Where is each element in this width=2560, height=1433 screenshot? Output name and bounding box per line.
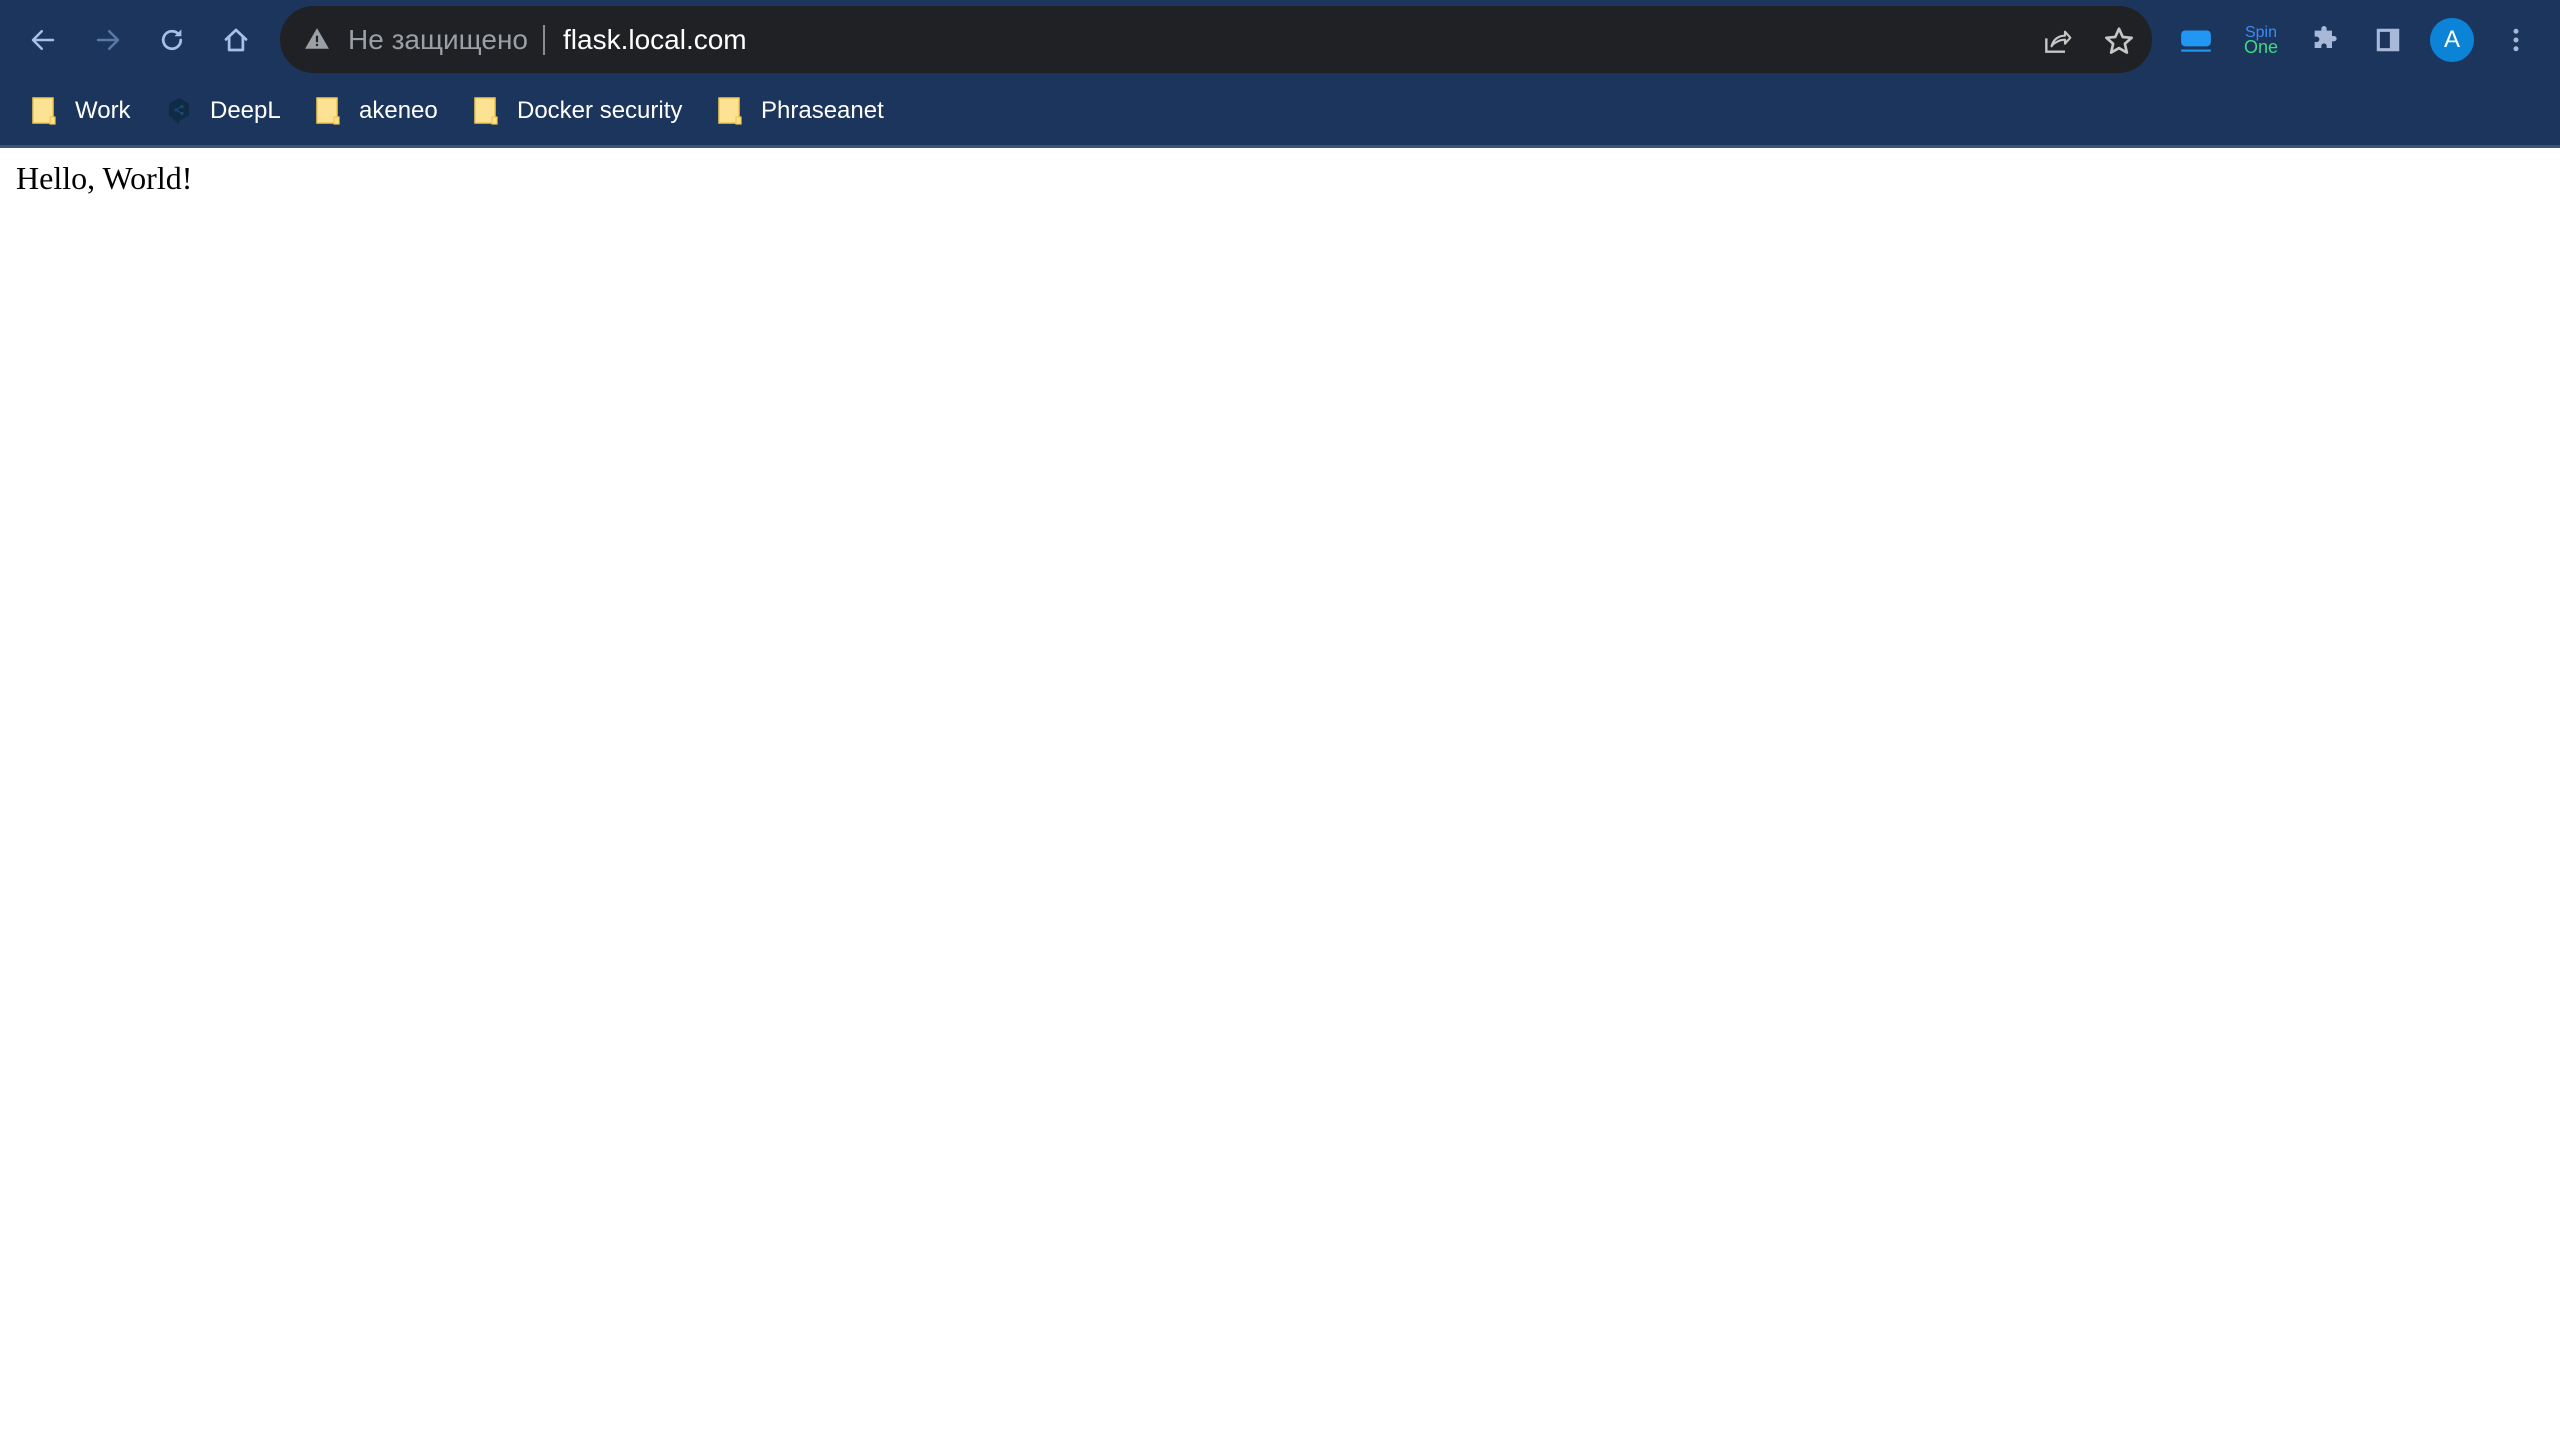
folder-icon	[718, 97, 742, 125]
spin-one-text-one: One	[2243, 37, 2279, 57]
bookmark-label: DeepL	[210, 97, 281, 124]
home-icon	[224, 28, 248, 52]
reload-button[interactable]	[152, 20, 192, 60]
vertical-dots-icon	[2513, 28, 2519, 52]
folder-icon	[316, 97, 340, 125]
home-button[interactable]	[216, 20, 256, 60]
bookmark-label: Phraseanet	[761, 97, 884, 124]
bookmark-work[interactable]: Work	[32, 80, 131, 142]
bookmark-label: Work	[75, 97, 131, 124]
profile-avatar[interactable]: A	[2430, 18, 2474, 62]
side-panel-icon	[2376, 28, 2400, 52]
back-arrow-icon	[31, 30, 55, 50]
spin-one-extension-button[interactable]: Spin One	[2241, 20, 2281, 60]
bookmark-docker-security[interactable]: Docker security	[474, 80, 682, 142]
address-bar[interactable]: Не защищено flask.local.com	[280, 6, 2152, 73]
extensions-button[interactable]	[2304, 20, 2344, 60]
url-text[interactable]: flask.local.com	[563, 6, 747, 73]
bookmarks-bar: Work DeepL akeneo Docker security Phrase…	[0, 80, 2560, 142]
bookmark-label: Docker security	[517, 97, 683, 124]
spin-one-icon: Spin One	[2243, 25, 2279, 57]
star-icon	[2105, 27, 2133, 54]
back-button[interactable]	[23, 20, 63, 60]
deepl-icon	[169, 98, 189, 124]
side-panel-button[interactable]	[2368, 20, 2408, 60]
folder-icon	[32, 97, 56, 125]
bookmark-star-button[interactable]	[2102, 24, 2136, 58]
screen-cast-extension-button[interactable]	[2176, 20, 2216, 60]
browser-menu-button[interactable]	[2496, 20, 2536, 60]
toolbar-divider	[0, 145, 2560, 148]
bookmark-akeneo[interactable]: akeneo	[316, 80, 438, 142]
puzzle-icon	[2314, 26, 2337, 48]
bookmark-phraseanet[interactable]: Phraseanet	[718, 80, 884, 142]
browser-toolbar: Не защищено flask.local.com Spin One A W…	[0, 0, 2560, 148]
bookmark-label: akeneo	[359, 97, 438, 124]
warning-icon[interactable]	[304, 26, 330, 52]
reload-icon	[161, 29, 183, 51]
bookmark-deepl[interactable]: DeepL	[167, 80, 281, 142]
share-button[interactable]	[2040, 24, 2074, 58]
security-status-label[interactable]: Не защищено	[348, 6, 528, 73]
forward-button[interactable]	[88, 20, 128, 60]
folder-icon	[474, 97, 498, 125]
forward-arrow-icon	[96, 30, 120, 50]
omnibox-divider	[543, 25, 545, 55]
share-icon	[2045, 30, 2072, 53]
page-body-text: Hello, World!	[16, 160, 193, 196]
screen-cast-icon	[2181, 30, 2211, 52]
